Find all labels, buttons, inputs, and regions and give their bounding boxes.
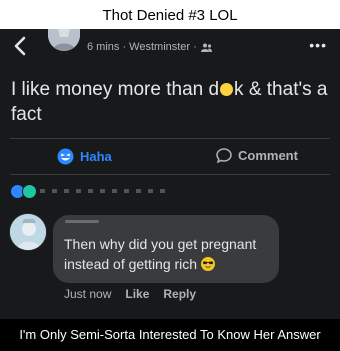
comment-bubble-icon: [216, 148, 232, 163]
haha-reaction-icon: [57, 148, 74, 165]
commenter-avatar[interactable]: [9, 213, 47, 251]
reaction-summary[interactable]: [10, 184, 37, 199]
post-meta: 6 mins · Westminster ·: [87, 41, 212, 53]
divider: [10, 138, 330, 139]
post-card: 6 mins · Westminster · ••• I like money …: [0, 29, 340, 319]
bottom-caption: I'm Only Semi-Sorta Interested To Know H…: [0, 319, 340, 351]
friends-icon: [200, 43, 212, 52]
post-header: 6 mins · Westminster · •••: [0, 29, 340, 63]
comment-label: Comment: [238, 148, 298, 163]
haha-button[interactable]: Haha: [57, 148, 112, 165]
divider: [10, 174, 330, 175]
yellow-emoji-icon: [220, 83, 234, 96]
care-mini-icon: [22, 184, 37, 199]
reaction-bar: Haha Comment: [0, 144, 340, 170]
post-meta-text: 6 mins · Westminster ·: [87, 41, 197, 53]
poster-avatar[interactable]: [48, 29, 80, 51]
like-button[interactable]: Like: [125, 287, 149, 301]
back-arrow-icon[interactable]: [12, 36, 28, 56]
haha-label: Haha: [80, 149, 112, 164]
reactor-names-blurred: [40, 189, 170, 193]
comment-button[interactable]: Comment: [216, 148, 298, 163]
reply-button[interactable]: Reply: [163, 287, 196, 301]
comment-text: Then why did you get pregnant instead of…: [64, 234, 276, 274]
post-text: I like money more than dk & that's a fac…: [11, 77, 331, 127]
more-options-icon[interactable]: •••: [309, 37, 327, 53]
sunglasses-emoji-icon: [200, 257, 215, 271]
top-caption: Thot Denied #3 LOL: [0, 0, 340, 29]
comment-text-content: Then why did you get pregnant instead of…: [64, 236, 257, 272]
post-text-start: I like money more than d: [11, 79, 220, 100]
commenter-name-blurred: [65, 220, 99, 223]
comment-bubble: Then why did you get pregnant instead of…: [53, 215, 279, 283]
comment-actions: Just now Like Reply: [64, 287, 196, 301]
comment-time: Just now: [64, 287, 112, 301]
